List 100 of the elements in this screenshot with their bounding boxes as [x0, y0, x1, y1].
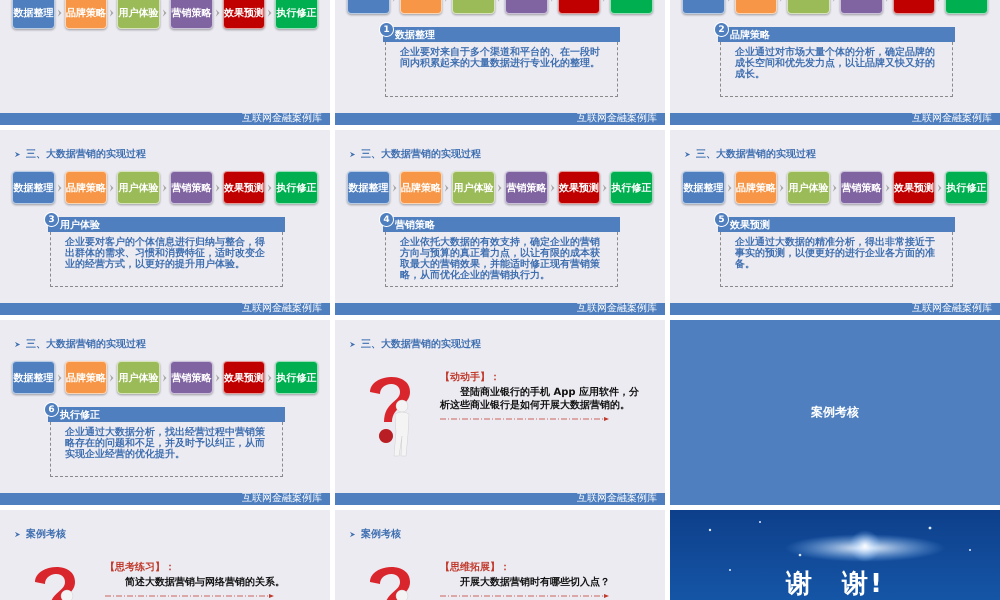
chevron-icon — [550, 182, 556, 192]
slide-thumbnail[interactable]: 三、大数据营销的实现过程 【动动手】： 登陆商业银行的手机 App 应用软件，分析这些商业银行是如何开展大数据营销的。 互联网金融案例库 — [335, 320, 665, 505]
prompt-label: 【思维拓展】： — [440, 560, 511, 574]
description-text: 企业通过大数据分析，找出经营过程中营销策略存在的问题和不足，并及时予以纠正，从而实现企业经营的优化提升。 — [65, 427, 266, 460]
footer-text: 互联网金融案例库 — [242, 493, 322, 505]
bullet-arrow-icon — [14, 530, 21, 538]
panel-title: 营销策略 — [395, 218, 435, 232]
chevron-icon — [937, 182, 944, 192]
footer-text: 互联网金融案例库 — [242, 113, 322, 125]
process-step: 数据整理 — [12, 171, 55, 204]
slide-heading: 三、大数据营销的实现过程 — [26, 337, 146, 351]
bullet-arrow-icon — [349, 530, 356, 538]
bullet-arrow-icon — [349, 150, 356, 158]
process-step: 品牌策略 — [64, 0, 108, 29]
slide-thumbnail[interactable]: 三、大数据营销的实现过程 数据整理 品牌策略 用户体验 营销策略 效果预测 执行修正 6 执行修正 企业通过大数据分析，找出经营过程中营销策略存在的问题和不足，并及时予以纠正，从而实现企业经营的优化提升。 互联网金融案例库 — [0, 320, 330, 505]
process-step: 营销策略 — [170, 171, 213, 204]
process-step: 营销策略 — [505, 171, 548, 204]
process-step: 营销策略 — [170, 361, 213, 394]
process-step: 执行修正 — [275, 171, 318, 204]
slide-title: 谢 谢! — [786, 568, 884, 600]
number-badge: 2 — [714, 22, 729, 37]
chevron-icon — [267, 372, 274, 382]
footer-text: 互联网金融案例库 — [912, 303, 992, 315]
process-step: 用户体验 — [117, 171, 160, 204]
slide-heading: 案例考核 — [26, 527, 66, 541]
process-step: 效果预测 — [222, 361, 266, 394]
process-step: 数据整理 — [682, 171, 725, 204]
footer-text: 互联网金融案例库 — [577, 113, 657, 125]
bullet-arrow-icon — [14, 340, 21, 348]
chevron-icon — [162, 8, 168, 18]
footer-text: 互联网金融案例库 — [242, 303, 322, 315]
process-step: 品牌策略 — [734, 171, 778, 204]
process-step: 执行修正 — [610, 171, 654, 204]
chevron-icon — [109, 372, 116, 382]
process-step: 数据整理 — [347, 171, 390, 204]
process-step: 用户体验 — [452, 171, 496, 204]
bullet-arrow-icon — [349, 340, 356, 348]
process-step: 营销策略 — [840, 171, 883, 204]
number-badge: 4 — [379, 212, 394, 227]
exercise-text: 简述大数据营销与网络营销的关系。 — [124, 576, 286, 589]
description-text: 企业要对客户的个体信息进行归纳与整合，得出群体的需求、习惯和消费特征，适时改变企业的经营方式，以更好的提升用户体验。 — [65, 237, 266, 270]
chevron-icon — [109, 182, 116, 192]
number-badge: 1 — [379, 22, 394, 37]
chevron-icon — [497, 182, 504, 192]
exercise-text: 开展大数据营销时有哪些切入点？ — [459, 576, 611, 589]
process-step: 效果预测 — [222, 171, 266, 204]
slide-thumbnail[interactable]: 2 品牌策略 企业通过对市场大量个体的分析，确定品牌的成长空间和优先发力点，以让品牌又快又好的成长。 互联网金融案例库 — [670, 0, 1000, 125]
slide-thumbnail[interactable]: 三、大数据营销的实现过程 数据整理 品牌策略 用户体验 营销策略 效果预测 执行修正 4 营销策略 企业依托大数据的有效支持，确定企业的营销方向与预算的真正着力点，以让有限的成本获取最大的营销效果，并能适时修正现有营销策略，从而优化企业的营销执行力。 互联网金融案例库 — [335, 130, 665, 315]
slide-thumbnail[interactable]: 1 数据整理 企业要对来自于多个渠道和平台的、在一段时间内积累起来的大量数据进行专业化的整理。 互联网金融案例库 — [335, 0, 665, 125]
footer-text: 互联网金融案例库 — [577, 303, 657, 315]
footer-text: 互联网金融案例库 — [577, 493, 657, 505]
slide-thumbnail[interactable]: 案例考核 — [670, 320, 1000, 505]
process-step: 效果预测 — [222, 0, 266, 29]
chevron-icon — [214, 8, 221, 18]
slide-heading: 三、大数据营销的实现过程 — [26, 147, 146, 161]
footer-text: 互联网金融案例库 — [912, 113, 992, 125]
chevron-icon — [267, 8, 274, 18]
chevron-icon — [56, 372, 63, 382]
panel-title: 数据整理 — [395, 28, 435, 42]
chevron-icon — [884, 182, 891, 192]
number-badge: 6 — [44, 402, 59, 417]
process-step: 用户体验 — [787, 171, 830, 204]
panel-title: 品牌策略 — [730, 28, 770, 42]
chevron-icon — [162, 372, 168, 382]
process-step: 品牌策略 — [64, 361, 108, 394]
prompt-label: 【动动手】： — [440, 370, 501, 384]
slide-heading: 三、大数据营销的实现过程 — [361, 337, 481, 351]
chevron-icon — [56, 8, 63, 18]
slide-heading: 三、大数据营销的实现过程 — [696, 147, 816, 161]
panel-title: 效果预测 — [730, 218, 770, 232]
chevron-icon — [267, 182, 274, 192]
number-badge: 3 — [44, 212, 59, 227]
prompt-label: 【思考练习】： — [105, 560, 176, 574]
process-step: 数据整理 — [12, 361, 55, 394]
description-text: 企业通过大数据的精准分析，得出非常接近于事实的预测，以便更好的进行企业各方面的准备。 — [735, 237, 936, 270]
description-text: 企业通过对市场大量个体的分析，确定品牌的成长空间和优先发力点，以让品牌又快又好的成长。 — [735, 47, 936, 80]
slide-thumbnail[interactable]: 数据整理 品牌策略 用户体验 营销策略 效果预测 执行修正 互联网金融案例库 — [0, 0, 330, 125]
slide-thumbnail[interactable]: 三、大数据营销的实现过程 数据整理 品牌策略 用户体验 营销策略 效果预测 执行修正 3 用户体验 企业要对客户的个体信息进行归纳与整合，得出群体的需求、习惯和消费特征，适时改变企业的经营方式，以更好的提升用户体验。 互联网金融案例库 — [0, 130, 330, 315]
slide-thumbnail[interactable]: 三、大数据营销的实现过程 数据整理 品牌策略 用户体验 营销策略 效果预测 执行修正 5 效果预测 企业通过大数据的精准分析，得出非常接近于事实的预测，以便更好的进行企业各方面的准备。 互联网金融案例库 — [670, 130, 1000, 315]
slide-thumbnail[interactable]: 案例考核 【思维拓展】： 开展大数据营销时有哪些切入点？ — [335, 510, 665, 600]
panel-title: 用户体验 — [60, 218, 100, 232]
slide-title: 案例考核 — [811, 404, 859, 421]
chevron-icon — [726, 182, 733, 192]
slide-thumbnail[interactable]: 谢 谢! — [670, 510, 1000, 600]
process-step: 执行修正 — [275, 0, 318, 29]
process-step: 用户体验 — [117, 361, 160, 394]
bullet-arrow-icon — [684, 150, 691, 158]
process-step: 效果预测 — [892, 171, 936, 204]
slide-thumbnail[interactable]: 案例考核 【思考练习】： 简述大数据营销与网络营销的关系。 — [0, 510, 330, 600]
slide-heading: 三、大数据营销的实现过程 — [361, 147, 481, 161]
process-step: 品牌策略 — [64, 171, 108, 204]
process-step: 用户体验 — [117, 0, 160, 29]
process-step: 营销策略 — [170, 0, 213, 29]
chevron-icon — [602, 182, 608, 192]
chevron-icon — [162, 182, 168, 192]
description-text: 企业依托大数据的有效支持，确定企业的营销方向与预算的真正着力点，以让有限的成本获取最大的营销效果，并能适时修正现有营销策略，从而优化企业的营销执行力。 — [400, 237, 601, 281]
chevron-icon — [56, 182, 63, 192]
bullet-arrow-icon — [14, 150, 21, 158]
chevron-icon — [214, 372, 221, 382]
exercise-text: 登陆商业银行的手机 App 应用软件，分析这些商业银行是如何开展大数据营销的。 — [440, 386, 640, 412]
